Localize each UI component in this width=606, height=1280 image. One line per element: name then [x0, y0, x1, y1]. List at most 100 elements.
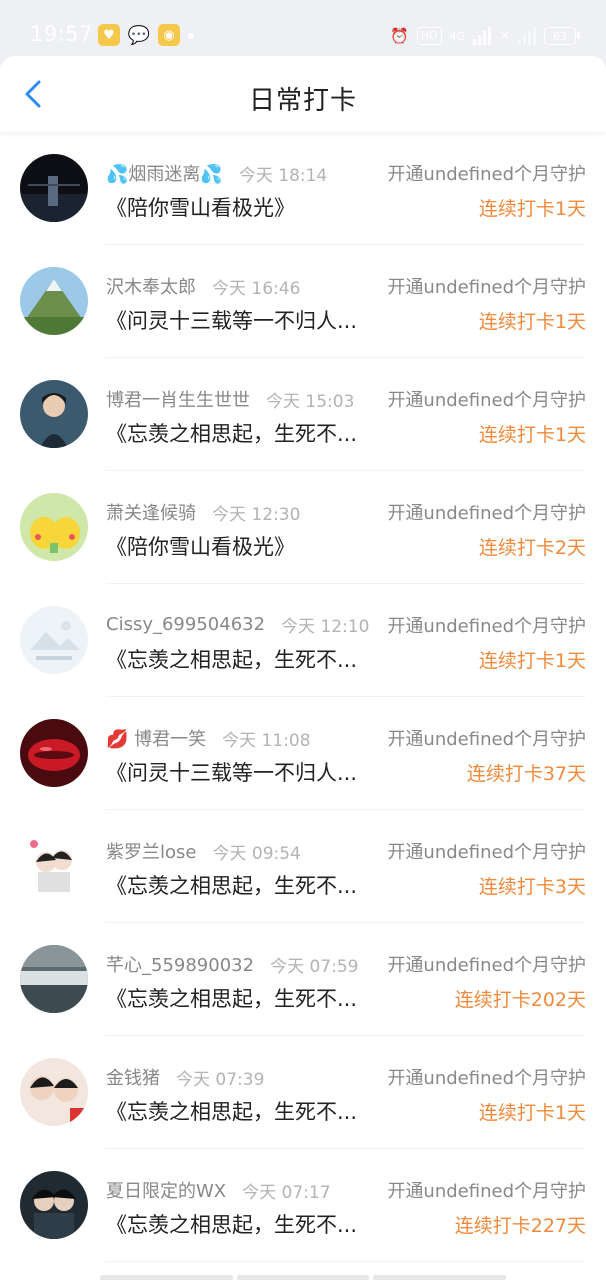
guard-status: 开通undefined个月守护 [387, 1181, 586, 1202]
avatar[interactable] [20, 606, 88, 674]
header: 日常打卡 [0, 56, 606, 132]
hd-icon: HD [416, 27, 442, 45]
checkin-time: 今天 07:39 [176, 1069, 265, 1090]
list-item[interactable]: 芊心_559890032 今天 07:59 开通undefined个月守护 《忘… [0, 923, 606, 1036]
streak-count: 连续打卡1天 [478, 650, 586, 672]
name-line: 萧关逢候骑 今天 12:30 [106, 499, 300, 525]
list-item[interactable]: 夏日限定的WX 今天 07:17 开通undefined个月守护 《忘羡之相思起… [0, 1149, 606, 1262]
guard-status: 开通undefined个月守护 [387, 729, 586, 750]
guard-status: 开通undefined个月守护 [387, 503, 586, 524]
network-type-label: 4G [449, 29, 466, 43]
user-name: 萧关逢候骑 [106, 503, 196, 524]
user-name-text: 博君一笑 [134, 729, 207, 750]
checkin-time: 今天 18:14 [238, 165, 328, 186]
guard-status: 开通undefined个月守护 [387, 616, 586, 637]
checkin-time: 今天 15:03 [266, 391, 355, 412]
guard-status: 开通undefined个月守护 [387, 390, 586, 411]
song-title: 《陪你雪山看极光》 [106, 196, 295, 220]
song-title: 《忘羡之相思起，生死不... [106, 1100, 358, 1124]
streak-count: 连续打卡1天 [478, 198, 586, 220]
more-notifications-dot [188, 33, 194, 39]
avatar[interactable] [20, 267, 88, 335]
streak-count: 连续打卡227天 [454, 1215, 586, 1237]
streak-count: 连续打卡1天 [478, 1102, 586, 1124]
song-title: 《忘羡之相思起，生死不... [106, 648, 358, 672]
status-time: 19:57 [30, 22, 94, 46]
guard-status: 开通undefined个月守护 [387, 1068, 586, 1089]
user-name: 💋 博君一笑 [106, 725, 206, 751]
name-line: 博君一肖生生世世 今天 15:03 [106, 386, 354, 412]
avatar[interactable] [20, 1171, 88, 1239]
status-icons: ⏰ HD 4G ✕ 63 [390, 24, 580, 48]
page-title: 日常打卡 [248, 86, 357, 116]
alarm-icon: ⏰ [390, 27, 409, 45]
name-line: 💦烟雨迷离💦 今天 18:14 [106, 160, 327, 186]
user-name: 紫罗兰lose [106, 842, 197, 863]
streak-count: 连续打卡1天 [478, 424, 586, 446]
list-item[interactable]: 💋 博君一笑 今天 11:08 开通undefined个月守护 《问灵十三载等一… [0, 697, 606, 810]
guard-status: 开通undefined个月守护 [387, 164, 586, 185]
song-title: 《忘羡之相思起，生死不... [106, 987, 358, 1011]
user-name-text: 烟雨迷离 [128, 164, 201, 185]
checkin-time: 今天 12:10 [281, 617, 370, 637]
list-item[interactable]: Cissy_699504632 今天 12:10 开通undefined个月守护… [0, 584, 606, 697]
user-name: 金钱猪 [106, 1068, 160, 1089]
song-title: 《忘羡之相思起，生死不... [106, 422, 358, 446]
sweat-drops-icon: 💦 [106, 164, 129, 185]
name-line: 💋 博君一笑 今天 11:08 [106, 725, 311, 751]
guard-status: 开通undefined个月守护 [387, 842, 586, 863]
song-title: 《陪你雪山看极光》 [106, 535, 295, 559]
notification-app-icon: ♥ [98, 24, 120, 46]
checkin-list: 💦烟雨迷离💦 今天 18:14 开通undefined个月守护 《陪你雪山看极光… [0, 132, 606, 1262]
avatar[interactable] [20, 1058, 88, 1126]
name-line: 金钱猪 今天 07:39 [106, 1064, 264, 1090]
lips-icon: 💋 [106, 729, 129, 750]
streak-count: 连续打卡202天 [454, 989, 586, 1011]
avatar[interactable] [20, 154, 88, 222]
name-line: 紫罗兰lose 今天 09:54 [106, 838, 301, 864]
guard-status: 开通undefined个月守护 [387, 955, 586, 976]
signal-icon [473, 27, 492, 45]
battery-level: 63 [553, 29, 567, 43]
list-item[interactable]: 💦烟雨迷离💦 今天 18:14 开通undefined个月守护 《陪你雪山看极光… [0, 132, 606, 245]
battery-icon: 63 [544, 27, 580, 45]
name-line: 芊心_559890032 今天 07:59 [106, 951, 358, 977]
checkin-time: 今天 07:59 [270, 956, 359, 977]
avatar[interactable] [20, 945, 88, 1013]
song-title: 《问灵十三载等一不归人... [106, 761, 358, 785]
weibo-icon: ◉ [158, 24, 180, 46]
bottom-partial-divider [100, 1275, 507, 1280]
checkin-time: 今天 11:08 [222, 730, 311, 751]
avatar[interactable] [20, 719, 88, 787]
list-item[interactable]: 金钱猪 今天 07:39 开通undefined个月守护 《忘羡之相思起，生死不… [0, 1036, 606, 1149]
song-title: 《忘羡之相思起，生死不... [106, 874, 358, 898]
user-name: 💦烟雨迷离💦 [106, 160, 223, 186]
user-name: 夏日限定的WX [106, 1181, 227, 1202]
user-name: 博君一肖生生世世 [106, 390, 250, 411]
sweat-drops-icon: 💦 [200, 164, 223, 185]
list-item[interactable]: 沢木奉太郎 今天 16:46 开通undefined个月守护 《问灵十三载等一不… [0, 245, 606, 358]
song-title: 《问灵十三载等一不归人... [106, 309, 358, 333]
avatar[interactable] [20, 380, 88, 448]
user-name: 沢木奉太郎 [106, 277, 196, 298]
user-name: 芊心_559890032 [106, 955, 255, 976]
guard-status: 开通undefined个月守护 [387, 277, 586, 298]
streak-count: 连续打卡2天 [478, 537, 586, 559]
streak-count: 连续打卡1天 [478, 311, 586, 333]
name-line: 夏日限定的WX 今天 07:17 [106, 1177, 331, 1203]
streak-count: 连续打卡37天 [466, 763, 586, 785]
list-item[interactable]: 博君一肖生生世世 今天 15:03 开通undefined个月守护 《忘羡之相思… [0, 358, 606, 471]
wifi-off-icon: ✕ [499, 28, 510, 44]
avatar[interactable] [20, 832, 88, 900]
wechat-icon: 💬 [127, 24, 151, 46]
checkin-time: 今天 07:17 [242, 1182, 331, 1203]
streak-count: 连续打卡3天 [478, 876, 586, 898]
signal-icon-2 [518, 27, 536, 45]
list-item[interactable]: 萧关逢候骑 今天 12:30 开通undefined个月守护 《陪你雪山看极光》… [0, 471, 606, 584]
name-line: Cissy_699504632 今天 12:10 [106, 612, 369, 637]
name-line: 沢木奉太郎 今天 16:46 [106, 273, 300, 299]
list-item[interactable]: 紫罗兰lose 今天 09:54 开通undefined个月守护 《忘羡之相思起… [0, 810, 606, 923]
avatar[interactable] [20, 493, 88, 561]
checkin-time: 今天 09:54 [212, 843, 301, 864]
user-name: Cissy_699504632 [106, 614, 266, 635]
